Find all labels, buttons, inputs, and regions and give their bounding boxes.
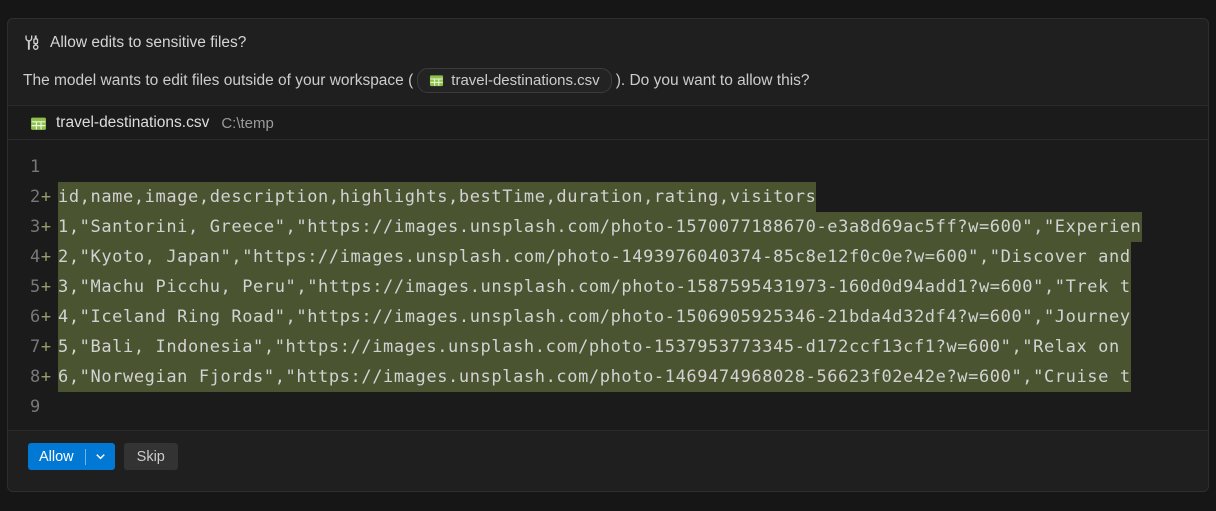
diff-editor[interactable]: 1 2 + id,name,image,description,highlight… xyxy=(8,140,1208,430)
file-chip-label: travel-destinations.csv xyxy=(451,72,600,89)
line-gutter: 8 + xyxy=(30,367,52,387)
line-gutter: 4 + xyxy=(30,247,52,267)
code-line: 6 + 4,"Iceland Ring Road","https://images… xyxy=(8,302,1208,332)
line-gutter: 6 + xyxy=(30,307,52,327)
csv-table-icon xyxy=(430,75,444,87)
chevron-down-icon xyxy=(95,454,105,460)
skip-button[interactable]: Skip xyxy=(123,443,178,470)
line-text: id,name,image,description,highlights,bes… xyxy=(58,182,817,212)
action-bar: Allow Skip xyxy=(8,433,1208,484)
code-line: 1 xyxy=(8,152,1208,182)
code-line: 7 + 5,"Bali, Indonesia","https://images.u… xyxy=(8,332,1208,362)
line-text: 1,"Santorini, Greece","https://images.un… xyxy=(58,212,1142,242)
code-line: 4 + 2,"Kyoto, Japan","https://images.unsp… xyxy=(8,242,1208,272)
screen: { "dialog": { "title": "Allow edits to s… xyxy=(0,0,1216,511)
allow-dropdown-button[interactable] xyxy=(86,443,115,470)
line-text: 6,"Norwegian Fjords","https://images.uns… xyxy=(58,362,1131,392)
file-chip[interactable]: travel-destinations.csv xyxy=(417,68,612,93)
diff-file-header[interactable]: travel-destinations.csv C:\temp xyxy=(8,106,1208,140)
code-line: 5 + 3,"Machu Picchu, Peru","https://image… xyxy=(8,272,1208,302)
code-line: 9 xyxy=(8,392,1208,422)
line-text: 2,"Kyoto, Japan","https://images.unsplas… xyxy=(58,242,1131,272)
line-gutter: 3 + xyxy=(30,217,52,237)
line-gutter: 1 xyxy=(30,157,41,177)
line-gutter: 9 xyxy=(30,397,41,417)
message-suffix: ). Do you want to allow this? xyxy=(615,71,810,89)
code-line: 8 + 6,"Norwegian Fjords","https://images.… xyxy=(8,362,1208,392)
code-line: 2 + id,name,image,description,highlights,… xyxy=(8,182,1208,212)
dialog-message: The model wants to edit files outside of… xyxy=(8,60,1208,105)
code-line: 3 + 1,"Santorini, Greece","https://images… xyxy=(8,212,1208,242)
line-gutter: 5 + xyxy=(30,277,52,297)
line-text: 3,"Machu Picchu, Peru","https://images.u… xyxy=(58,272,1131,302)
tools-icon xyxy=(23,34,41,52)
csv-table-icon xyxy=(31,117,46,130)
allow-split-button: Allow xyxy=(28,443,115,470)
line-text: 4,"Iceland Ring Road","https://images.un… xyxy=(58,302,1131,332)
diff-file-name: travel-destinations.csv xyxy=(56,114,210,131)
line-gutter: 7 + xyxy=(30,337,52,357)
confirmation-dialog: Allow edits to sensitive files? The mode… xyxy=(7,18,1209,492)
dialog-title: Allow edits to sensitive files? xyxy=(50,34,247,51)
dialog-header: Allow edits to sensitive files? xyxy=(8,19,1208,60)
diff-file-path: C:\temp xyxy=(221,114,274,132)
line-text: 5,"Bali, Indonesia","https://images.unsp… xyxy=(58,332,1131,362)
message-prefix: The model wants to edit files outside of… xyxy=(23,71,414,89)
diff-preview: travel-destinations.csv C:\temp 1 2 + id,… xyxy=(8,105,1208,431)
allow-button[interactable]: Allow xyxy=(28,443,85,470)
line-gutter: 2 + xyxy=(30,187,52,207)
